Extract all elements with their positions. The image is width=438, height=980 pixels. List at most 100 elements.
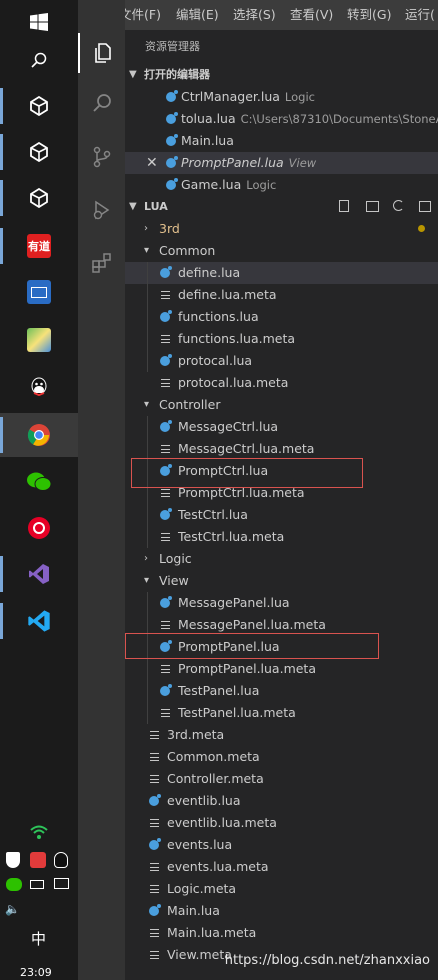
- qq-tray-icon[interactable]: [54, 852, 68, 868]
- tree-file[interactable]: TestPanel.lua.meta: [125, 702, 438, 724]
- tree-file[interactable]: MessageCtrl.lua.meta: [125, 438, 438, 460]
- open-editors-header[interactable]: ▼ 打开的编辑器: [125, 64, 438, 86]
- meta-file-icon: [150, 951, 159, 959]
- modified-dot-icon: [418, 225, 425, 232]
- tree-file[interactable]: MessagePanel.lua: [125, 592, 438, 614]
- wifi-icon[interactable]: [30, 824, 48, 839]
- tree-folder[interactable]: ▾ View: [125, 570, 438, 592]
- battery-icon[interactable]: [30, 880, 44, 889]
- open-editor-item[interactable]: ✕ PromptPanel.lua View: [125, 152, 438, 174]
- tree-file[interactable]: TestCtrl.lua: [125, 504, 438, 526]
- chevron-down-icon: ▾: [144, 399, 150, 410]
- tree-folder[interactable]: › 3rd: [125, 218, 438, 240]
- open-editor-item[interactable]: Main.lua: [125, 130, 438, 152]
- tree-file[interactable]: events.lua.meta: [125, 856, 438, 878]
- lua-file-icon: [160, 354, 172, 366]
- search-icon[interactable]: [78, 83, 125, 123]
- unity-icon[interactable]: [0, 130, 78, 174]
- wechat-tray-icon[interactable]: [6, 878, 22, 891]
- tree-file[interactable]: eventlib.lua: [125, 790, 438, 812]
- chevron-right-icon: ›: [144, 223, 148, 234]
- chrome-icon[interactable]: [0, 413, 78, 457]
- tree-file[interactable]: Main.lua.meta: [125, 922, 438, 944]
- tray-app-icon[interactable]: [30, 852, 46, 868]
- menu-run[interactable]: 运行(: [405, 0, 435, 30]
- file-name: Logic.meta: [167, 881, 237, 896]
- running-indicator: [0, 417, 3, 453]
- meta-file-icon: [161, 335, 170, 343]
- explorer-title: 资源管理器: [145, 40, 200, 53]
- visual-studio-icon[interactable]: [0, 552, 78, 596]
- files-icon[interactable]: [78, 33, 125, 73]
- tree-file[interactable]: protocal.lua.meta: [125, 372, 438, 394]
- new-file-icon[interactable]: [339, 200, 349, 212]
- tree-file[interactable]: PromptPanel.lua.meta: [125, 658, 438, 680]
- tree-file[interactable]: protocal.lua: [125, 350, 438, 372]
- tree-file[interactable]: functions.lua: [125, 306, 438, 328]
- meta-file-icon: [150, 819, 159, 827]
- menu-go[interactable]: 转到(G): [347, 0, 391, 30]
- tree-file[interactable]: MessageCtrl.lua: [125, 416, 438, 438]
- tree-file[interactable]: eventlib.lua.meta: [125, 812, 438, 834]
- unity-icon[interactable]: [0, 84, 78, 128]
- lua-file-icon: [166, 156, 178, 168]
- tree-file[interactable]: events.lua: [125, 834, 438, 856]
- tree-folder[interactable]: ▾ Common: [125, 240, 438, 262]
- file-name: define.lua: [178, 265, 241, 280]
- lua-file-icon: [166, 112, 178, 124]
- tree-file[interactable]: TestPanel.lua: [125, 680, 438, 702]
- maps-icon[interactable]: [0, 318, 78, 362]
- qq-icon[interactable]: [0, 366, 78, 410]
- menu-selection[interactable]: 选择(S): [233, 0, 276, 30]
- netease-music-icon[interactable]: [0, 506, 78, 550]
- file-name: events.lua.meta: [167, 859, 269, 874]
- source-control-icon[interactable]: [78, 137, 125, 177]
- menu-view[interactable]: 查看(V): [290, 0, 333, 30]
- search-icon[interactable]: [0, 38, 78, 82]
- volume-icon[interactable]: 🔈: [5, 902, 20, 916]
- windows-taskbar: 有道 🔈 中 23:09: [0, 0, 78, 980]
- open-editor-item[interactable]: tolua.lua C:\Users\87310\Documents\StoneA…: [125, 108, 438, 130]
- lua-file-icon: [160, 684, 172, 696]
- tree-file[interactable]: define.lua.meta: [125, 284, 438, 306]
- debug-icon[interactable]: [78, 190, 125, 230]
- tree-file[interactable]: Main.lua: [125, 900, 438, 922]
- refresh-icon[interactable]: [393, 200, 404, 211]
- menu-file[interactable]: 文件(F): [119, 0, 161, 30]
- file-name: 3rd.meta: [167, 727, 225, 742]
- unity-icon[interactable]: [0, 176, 78, 220]
- tree-folder[interactable]: › Logic: [125, 548, 438, 570]
- folder-name: 3rd: [159, 221, 180, 236]
- youdao-icon[interactable]: 有道: [0, 224, 78, 268]
- open-editor-item[interactable]: CtrlManager.lua Logic: [125, 86, 438, 108]
- menu-edit[interactable]: 编辑(E): [176, 0, 219, 30]
- tree-file[interactable]: functions.lua.meta: [125, 328, 438, 350]
- meta-file-icon: [161, 621, 170, 629]
- new-folder-icon[interactable]: [366, 201, 379, 212]
- clock[interactable]: 23:09: [20, 966, 52, 979]
- chevron-down-icon: ▼: [129, 69, 137, 80]
- explorer-sidebar: 资源管理器 ▼ 打开的编辑器 CtrlManager.lua Logic tolua…: [125, 30, 438, 980]
- tree-file[interactable]: 3rd.meta: [125, 724, 438, 746]
- collapse-all-icon[interactable]: [419, 201, 431, 212]
- tree-file[interactable]: Common.meta: [125, 746, 438, 768]
- vscode-icon[interactable]: [0, 599, 78, 643]
- network-icon[interactable]: [54, 878, 69, 889]
- folder-header-lua[interactable]: ▼ LUA: [125, 196, 438, 218]
- remote-desktop-icon[interactable]: [0, 270, 78, 314]
- chevron-down-icon: ▾: [144, 575, 150, 586]
- ime-indicator[interactable]: 中: [31, 928, 46, 949]
- tree-file[interactable]: define.lua: [125, 262, 438, 284]
- tree-folder[interactable]: ▾ Controller: [125, 394, 438, 416]
- security-icon[interactable]: [6, 852, 20, 868]
- open-editor-item[interactable]: Game.lua Logic: [125, 174, 438, 196]
- extensions-icon[interactable]: [78, 242, 125, 282]
- meta-file-icon: [150, 775, 159, 783]
- tree-file[interactable]: Controller.meta: [125, 768, 438, 790]
- tree-file[interactable]: Logic.meta: [125, 878, 438, 900]
- file-name: CtrlManager.lua: [181, 89, 280, 104]
- wechat-icon[interactable]: [0, 460, 78, 504]
- tree-file[interactable]: TestCtrl.lua.meta: [125, 526, 438, 548]
- lua-file-icon: [160, 310, 172, 322]
- close-icon[interactable]: ✕: [146, 152, 158, 174]
